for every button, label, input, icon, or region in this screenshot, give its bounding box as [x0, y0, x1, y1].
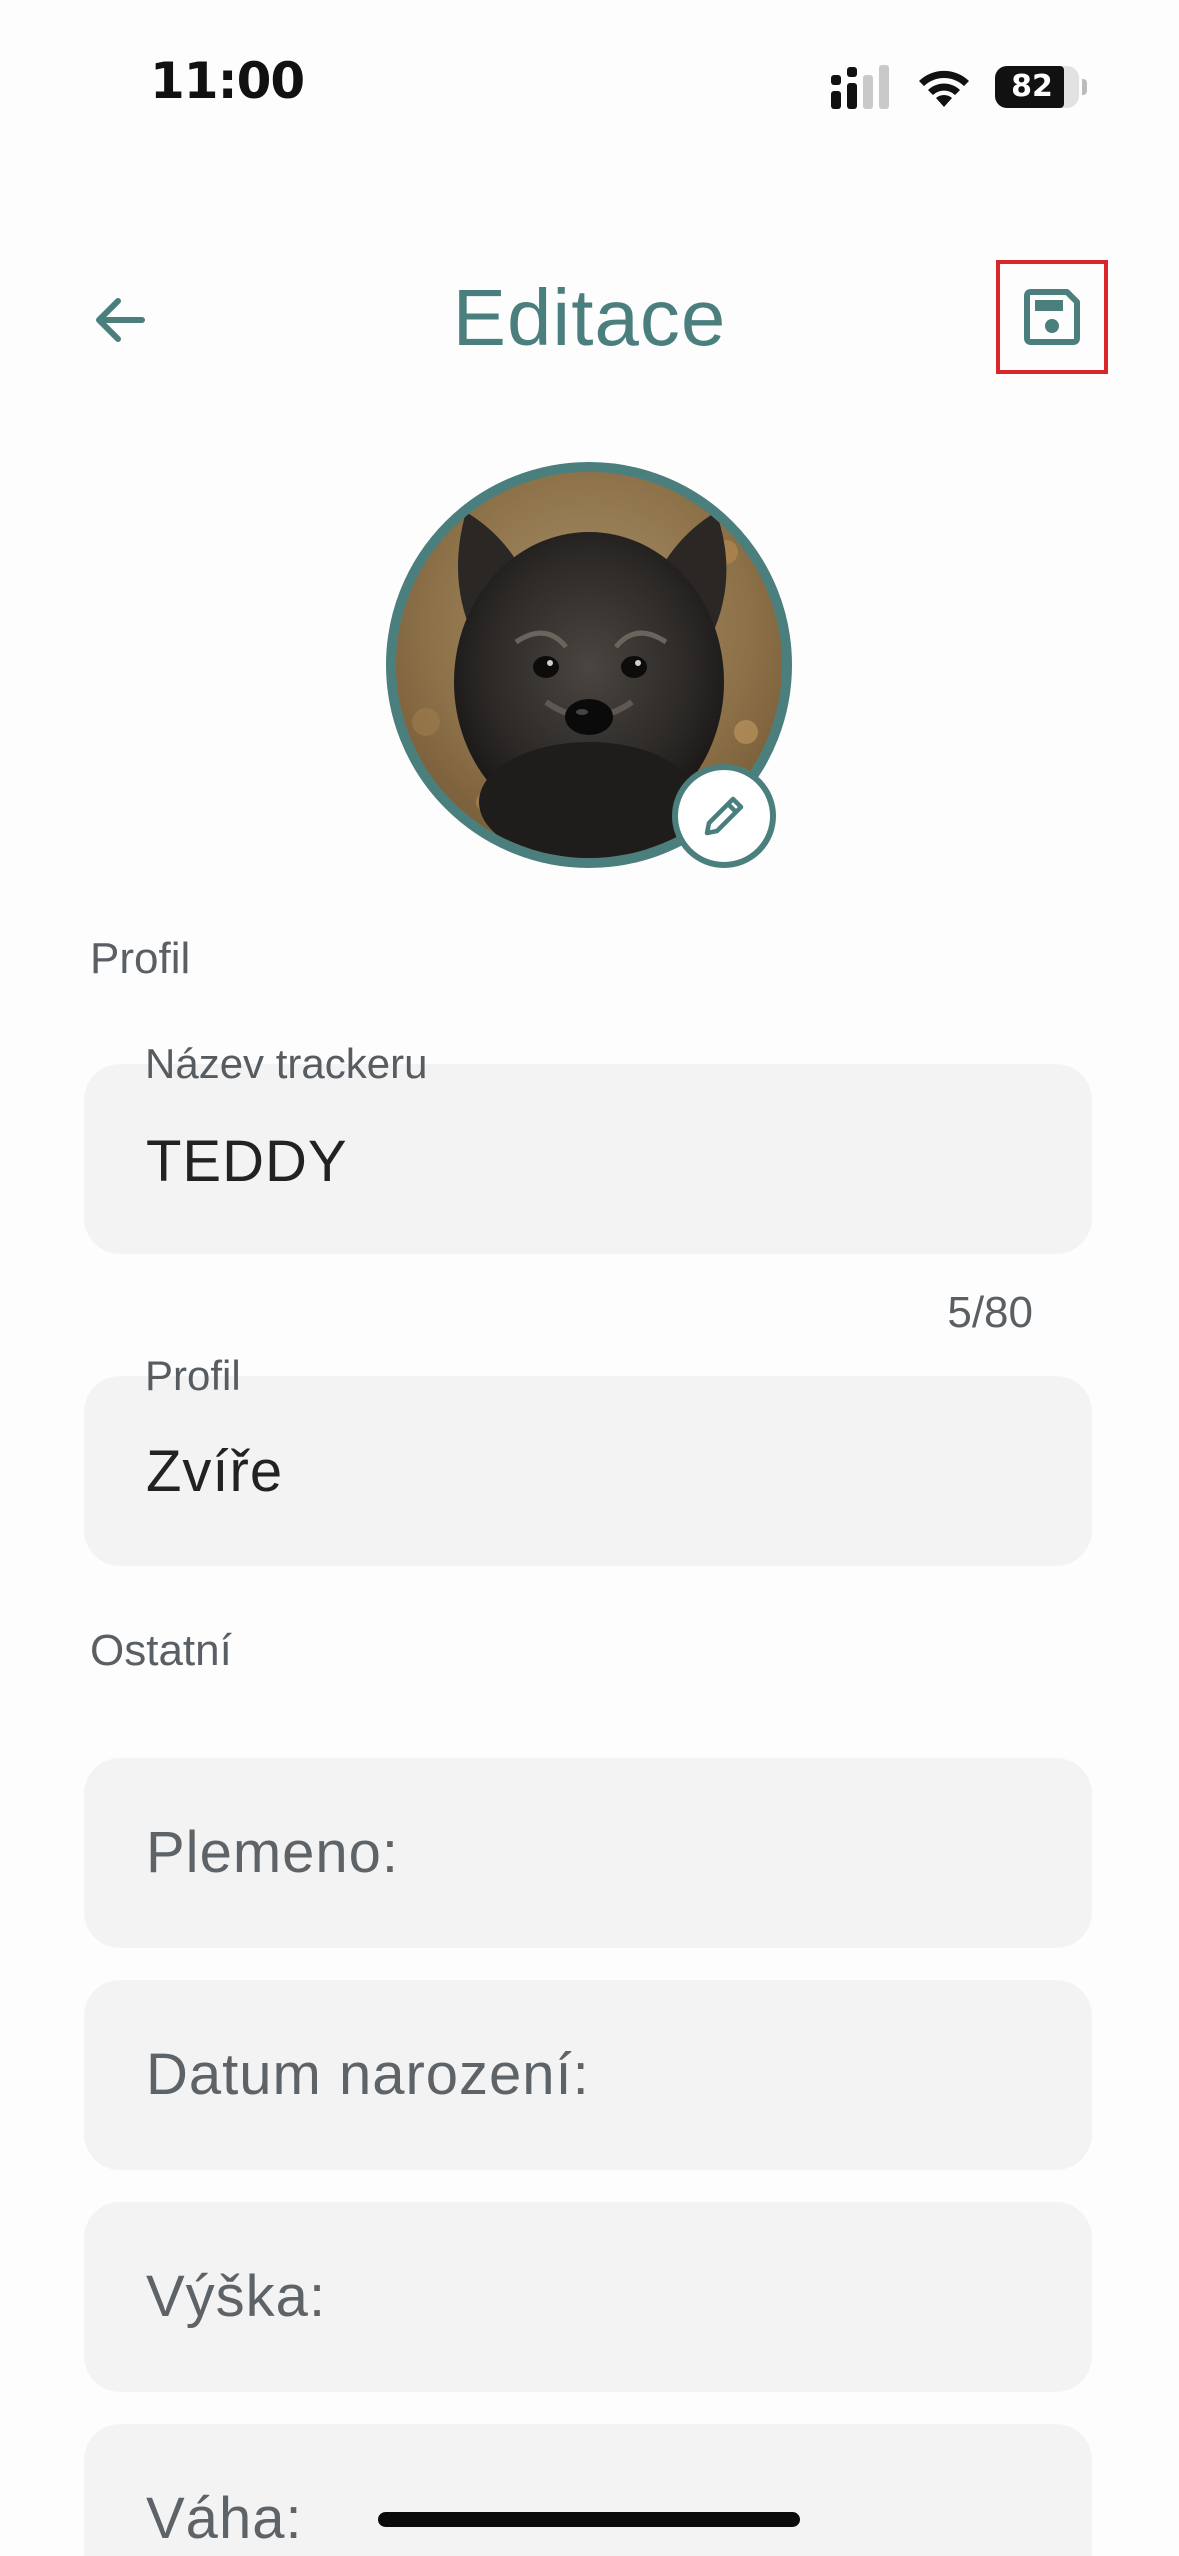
- profile-label: Profil: [145, 1352, 241, 1399]
- edit-photo-button[interactable]: [672, 764, 776, 868]
- character-counter: 5/80: [947, 1288, 1033, 1337]
- breed-field[interactable]: Plemeno:: [84, 1758, 1092, 1948]
- cellular-signal-icon: [831, 65, 889, 109]
- weight-placeholder: Váha:: [146, 2486, 303, 2551]
- birth-date-field[interactable]: Datum narození:: [84, 1980, 1092, 2170]
- battery-cap: [1082, 79, 1087, 95]
- tracker-name-value: TEDDY: [146, 1129, 348, 1194]
- status-time: 11:00: [150, 52, 305, 110]
- section-label-other: Ostatní: [90, 1626, 232, 1675]
- profile-field[interactable]: Zvíře: [84, 1376, 1092, 1566]
- battery-icon: 82: [995, 66, 1087, 108]
- profile-value: Zvíře: [146, 1439, 284, 1504]
- save-floppy-icon: [1024, 289, 1080, 345]
- breed-placeholder: Plemeno:: [146, 1820, 400, 1885]
- weight-field[interactable]: Váha:: [84, 2424, 1092, 2556]
- height-field[interactable]: Výška:: [84, 2202, 1092, 2392]
- screen: 11:00 82 Editace Profil TEDDY Název trac…: [0, 0, 1179, 2556]
- pencil-icon: [704, 796, 744, 836]
- status-icons: 82: [831, 62, 1087, 112]
- birth-date-placeholder: Datum narození:: [146, 2042, 590, 2107]
- height-placeholder: Výška:: [146, 2264, 327, 2329]
- tracker-name-label: Název trackeru: [145, 1040, 428, 1087]
- save-button[interactable]: [996, 260, 1108, 374]
- wifi-icon: [919, 70, 969, 107]
- home-indicator: [378, 2512, 800, 2527]
- avatar-container: [386, 462, 792, 868]
- tracker-name-field[interactable]: TEDDY: [84, 1064, 1092, 1254]
- section-label-profile: Profil: [90, 934, 191, 983]
- battery-percentage: 82: [1011, 69, 1053, 104]
